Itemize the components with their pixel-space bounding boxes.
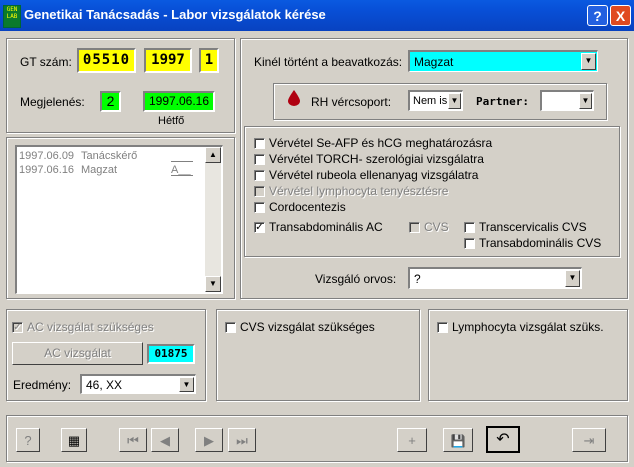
gt-year-field[interactable]: 1997 xyxy=(144,48,192,73)
first-record-icon: ⏮ xyxy=(119,428,147,452)
cordo-label: Cordocentezis xyxy=(269,200,346,214)
lympho-needed-checkbox[interactable] xyxy=(437,322,448,334)
weekday-label: Hétfő xyxy=(158,115,185,127)
prev-record-icon: ◀ xyxy=(151,428,179,452)
result-select[interactable]: 46, XX ▼ xyxy=(80,374,196,394)
cvs-needed-row[interactable]: CVS vizsgálat szükséges xyxy=(225,320,375,334)
rubeola-checkbox[interactable] xyxy=(254,170,265,182)
megjelenes-label: Megjelenés: xyxy=(20,95,85,109)
partner-select[interactable]: ▼ xyxy=(540,90,594,111)
orvos-label: Vizsgáló orvos: xyxy=(315,272,397,286)
ac-needed-checkbox: ✓ xyxy=(12,322,23,334)
scroll-up-icon[interactable]: ▲ xyxy=(205,147,221,163)
rubeola-check-row[interactable]: Vérvétel rubeola ellenanyag vizsgálatra xyxy=(254,168,478,182)
lympho-needed-label: Lymphocyta vizsgálat szüks. xyxy=(452,320,604,334)
kinel-value: Magzat xyxy=(414,55,454,69)
afp-check-row[interactable]: Vérvétel Se-AFP és hCG meghatározásra xyxy=(254,136,492,150)
afp-checkbox[interactable] xyxy=(254,138,265,150)
history-date: 1997.06.16 xyxy=(19,164,75,176)
new-record-icon: + xyxy=(397,428,427,452)
orvos-value: ? xyxy=(414,272,421,286)
history-rows: 1997.06.09 Tanácskérő 1997.06.16 Magzat … xyxy=(19,149,205,177)
cvs-needed-label: CVS vizsgálat szükséges xyxy=(240,320,375,334)
chevron-down-icon[interactable]: ▼ xyxy=(579,93,592,109)
history-scrollbar[interactable]: ▲ ▼ xyxy=(205,147,221,292)
save-icon[interactable]: 💾 xyxy=(443,428,473,452)
transcerv-check-row[interactable]: Transcervicalis CVS xyxy=(464,220,587,234)
orvos-select[interactable]: ? ▼ xyxy=(408,267,582,289)
history-code xyxy=(171,149,193,162)
list-item[interactable]: 1997.06.09 Tanácskérő xyxy=(19,149,205,163)
transab-label: Transabdominális AC xyxy=(269,220,383,234)
ac-code-field: 01875 xyxy=(147,344,195,364)
megjelenes-count: 2 xyxy=(100,91,121,112)
lympho-label: Vérvétel lymphocyta tenyésztésre xyxy=(269,184,449,198)
chevron-down-icon[interactable]: ▼ xyxy=(448,93,461,109)
scroll-down-icon[interactable]: ▼ xyxy=(205,276,221,292)
megjelenes-date: 1997.06.16 xyxy=(143,91,215,112)
rubeola-label: Vérvétel rubeola ellenanyag vizsgálatra xyxy=(269,168,479,182)
chevron-down-icon[interactable]: ▼ xyxy=(581,53,596,70)
lympho-needed-row[interactable]: Lymphocyta vizsgálat szüks. xyxy=(437,320,604,334)
history-code: A__ xyxy=(171,163,193,176)
transab-cvs-check-row[interactable]: Transabdominális CVS xyxy=(464,236,601,250)
calculator-icon[interactable]: ▦ xyxy=(61,428,87,452)
exit-icon: ⇥ xyxy=(572,428,606,452)
close-button[interactable]: X xyxy=(610,5,631,26)
history-date: 1997.06.09 xyxy=(19,150,75,162)
gt-number-field[interactable]: 05510 xyxy=(77,48,136,73)
cvs-checkbox xyxy=(409,222,420,234)
next-record-icon: ▶ xyxy=(195,428,223,452)
toolbar xyxy=(6,415,628,462)
gt-seq-field[interactable]: 1 xyxy=(199,48,219,73)
transcerv-checkbox[interactable] xyxy=(464,222,475,234)
transcerv-label: Transcervicalis CVS xyxy=(479,220,587,234)
window-title: Genetikai Tanácsadás - Labor vizsgálatok… xyxy=(24,7,326,22)
cvs-check-row: CVS xyxy=(409,220,449,234)
history-who: Tanácskérő xyxy=(81,150,138,162)
transab-cvs-checkbox[interactable] xyxy=(464,238,475,250)
cvs-needed-checkbox[interactable] xyxy=(225,322,236,334)
result-label: Eredmény: xyxy=(13,378,72,392)
torch-checkbox[interactable] xyxy=(254,154,265,166)
undo-icon[interactable]: ↶ xyxy=(486,426,520,453)
ac-needed-row: ✓ AC vizsgálat szükséges xyxy=(12,320,154,334)
chevron-down-icon[interactable]: ▼ xyxy=(179,377,194,392)
afp-label: Vérvétel Se-AFP és hCG meghatározásra xyxy=(269,136,493,150)
torch-check-row[interactable]: Vérvétel TORCH- szerológiai vizsgálatra xyxy=(254,152,484,166)
help-icon: ? xyxy=(16,428,40,452)
transab-checkbox[interactable]: ✓ xyxy=(254,222,265,234)
result-value: 46, XX xyxy=(86,378,123,392)
app-icon: GEN LAB xyxy=(3,5,21,28)
rh-select[interactable]: Nem is ▼ xyxy=(408,90,463,111)
cvs-label: CVS xyxy=(424,220,449,234)
kinel-label: Kinél történt a beavatkozás: xyxy=(254,55,403,69)
chevron-down-icon[interactable]: ▼ xyxy=(565,270,580,287)
blood-drop-icon xyxy=(288,90,300,106)
cordo-check-row[interactable]: Cordocentezis xyxy=(254,200,346,214)
help-button[interactable]: ? xyxy=(587,5,608,26)
transab-check-row[interactable]: ✓ Transabdominális AC xyxy=(254,220,383,234)
cordo-checkbox[interactable] xyxy=(254,202,265,214)
last-record-icon: ⏭ xyxy=(228,428,256,452)
lympho-checkbox xyxy=(254,186,265,198)
history-who: Magzat xyxy=(81,164,118,176)
list-item[interactable]: 1997.06.16 Magzat A__ xyxy=(19,163,205,177)
torch-label: Vérvétel TORCH- szerológiai vizsgálatra xyxy=(269,152,484,166)
gt-label: GT szám: xyxy=(20,55,72,69)
transab-cvs-label: Transabdominális CVS xyxy=(479,236,602,250)
kinel-select[interactable]: Magzat ▼ xyxy=(408,50,598,72)
ac-needed-label: AC vizsgálat szükséges xyxy=(27,320,154,334)
partner-label: Partner: xyxy=(476,95,529,108)
rh-value: Nem is xyxy=(413,95,448,107)
rh-label: RH vércsoport: xyxy=(311,95,392,109)
ac-test-button: AC vizsgálat xyxy=(12,342,143,365)
lympho-check-row: Vérvétel lymphocyta tenyésztésre xyxy=(254,184,448,198)
